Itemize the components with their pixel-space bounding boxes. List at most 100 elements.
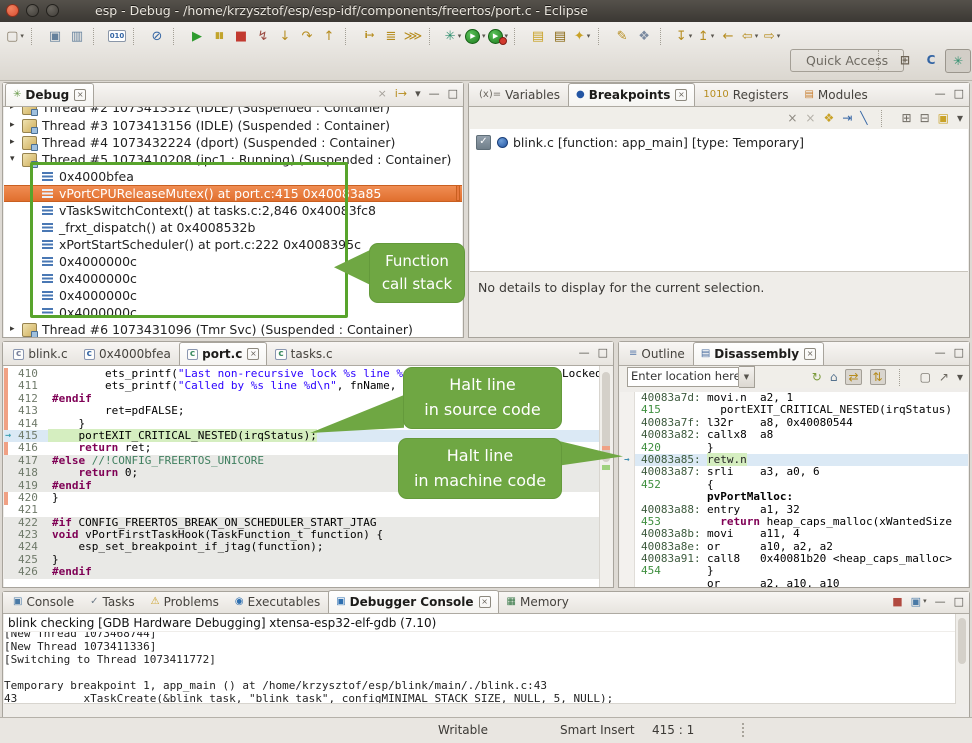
window-minimize-icon[interactable] xyxy=(26,4,39,17)
maximize-icon[interactable]: □ xyxy=(954,596,964,607)
close-icon[interactable]: × xyxy=(675,89,687,101)
save-all-icon[interactable]: ▥ xyxy=(67,26,87,46)
debug-frame-row[interactable]: vTaskSwitchContext() at tasks.c:2,846 0x… xyxy=(4,202,462,219)
expand-arrow-icon[interactable]: ▸ xyxy=(10,117,22,134)
binary-view-icon[interactable]: 010 xyxy=(107,26,127,46)
tab-variables[interactable]: (x)=Variables xyxy=(471,83,568,106)
tab-disassembly[interactable]: ▤Disassembly× xyxy=(693,342,824,365)
step-into-icon[interactable]: ↓ xyxy=(275,26,295,46)
expand-arrow-icon[interactable]: ▸ xyxy=(10,321,22,337)
forward-icon[interactable]: ⇨▾ xyxy=(762,26,782,46)
skip-all-breakpoints-icon[interactable]: ╲ xyxy=(860,112,867,124)
expand-arrow-icon[interactable]: ▸ xyxy=(10,107,22,116)
disassembly-row[interactable]: 40083a91:call8 0x40081b20 <heap_caps_mal… xyxy=(620,553,968,565)
debug-tree[interactable]: ▸ Thread #2 1073413312 (IDLE) (Suspended… xyxy=(4,107,462,337)
console-hscrollbar[interactable] xyxy=(4,703,956,717)
home-icon[interactable]: ⌂ xyxy=(830,371,838,383)
line-number[interactable]: 416 xyxy=(4,442,48,454)
open-perspective-button[interactable]: ⊞ xyxy=(893,49,917,71)
code-line-426[interactable]: 426#endif xyxy=(4,566,600,578)
pin-view-icon[interactable]: ↗ xyxy=(939,371,949,383)
instruction-stepping-icon[interactable]: i→ xyxy=(359,26,379,46)
tab-memory[interactable]: ▦Memory xyxy=(499,590,577,613)
maximize-icon[interactable]: □ xyxy=(954,88,964,99)
tab-debugger-console[interactable]: ▣Debugger Console× xyxy=(328,590,498,613)
step-over-icon[interactable]: ↷ xyxy=(297,26,317,46)
debug-frame-row[interactable]: _frxt_dispatch() at 0x4008532b xyxy=(4,219,462,236)
tab-outline[interactable]: ≡Outline xyxy=(621,342,693,365)
sync-with-active-context-icon[interactable]: ⇄ xyxy=(845,369,861,385)
remove-all-breakpoints-icon[interactable]: × xyxy=(805,112,815,124)
link-with-debug-view-icon[interactable]: ▣ xyxy=(938,112,949,124)
minimize-icon[interactable]: — xyxy=(935,88,946,99)
line-number[interactable]: 418 xyxy=(4,467,48,479)
go-to-file-for-breakpoint-icon[interactable]: ⇥ xyxy=(842,112,852,124)
debug-frame-row[interactable]: vPortCPUReleaseMutex() at port.c:415 0x4… xyxy=(4,185,462,202)
code-line-418[interactable]: 418 return 0; xyxy=(4,467,600,479)
tab-console[interactable]: ▣Console xyxy=(5,590,82,613)
last-edit-location-icon[interactable]: ↧▾ xyxy=(674,26,694,46)
collapse-all-icon[interactable]: ⊟ xyxy=(920,112,930,124)
resume-icon[interactable]: ▶ xyxy=(187,26,207,46)
instruction-stepping-mode-icon[interactable]: i→ xyxy=(395,88,407,99)
minimize-icon[interactable]: — xyxy=(579,347,590,358)
window-maximize-icon[interactable] xyxy=(46,4,59,17)
disassembly-listing[interactable]: 40083a7d:movi.n a2, 1415 portEXIT_CRITIC… xyxy=(620,392,968,587)
show-all-frames-icon[interactable]: ≣ xyxy=(381,26,401,46)
debug-frame-row[interactable]: 0x4000000c xyxy=(4,304,462,321)
new-wizard-icon[interactable]: ▢▾ xyxy=(5,26,25,46)
maximize-icon[interactable]: □ xyxy=(954,347,964,358)
skip-all-breakpoints-icon[interactable]: ⊘ xyxy=(147,26,167,46)
debug-thread-row[interactable]: ▸Thread #3 1073413156 (IDLE) (Suspended … xyxy=(4,117,462,134)
line-number[interactable]: 413 xyxy=(4,405,48,417)
code-line-411[interactable]: 411 ets_printf("Called by %s line %d\n",… xyxy=(4,380,600,392)
view-menu-icon[interactable]: ▾ xyxy=(957,371,963,383)
display-selected-console-icon[interactable]: ▣▾ xyxy=(911,596,927,607)
open-resource-icon[interactable]: ▤ xyxy=(550,26,570,46)
close-icon[interactable]: × xyxy=(479,596,491,608)
remove-launch-icon[interactable]: ■ xyxy=(892,596,902,607)
debug-frame-row[interactable]: 0x4000000c xyxy=(4,270,462,287)
remove-selected-breakpoints-icon[interactable]: × xyxy=(787,112,797,124)
show-source-icon[interactable]: ⇅ xyxy=(870,369,886,385)
tab-port-c[interactable]: cport.c× xyxy=(179,342,268,365)
maximize-icon[interactable]: □ xyxy=(598,347,608,358)
mark-occurrences-icon[interactable]: ✎ xyxy=(612,26,632,46)
minimize-icon[interactable]: — xyxy=(429,88,440,99)
line-number[interactable]: 411 xyxy=(4,380,48,392)
tab-problems[interactable]: ⚠Problems xyxy=(143,590,227,613)
refresh-view-icon[interactable]: ↻ xyxy=(812,371,822,383)
close-icon[interactable]: × xyxy=(804,348,816,360)
next-edit-location-icon[interactable]: ↥▾ xyxy=(696,26,716,46)
source-editor[interactable]: 410 ets_printf("Last non-recursive lock … xyxy=(4,366,612,587)
cpp-perspective-button[interactable]: C xyxy=(919,49,943,71)
tab-tasks-c[interactable]: ctasks.c xyxy=(267,342,340,365)
back-icon[interactable]: ⇦▾ xyxy=(740,26,760,46)
expand-all-icon[interactable]: ⊞ xyxy=(902,112,912,124)
tab-debug[interactable]: ✳Debug× xyxy=(5,83,94,106)
run-icon[interactable]: ▶▾ xyxy=(465,26,486,46)
console-vscrollbar[interactable] xyxy=(955,614,968,704)
tab-breakpoints[interactable]: ●Breakpoints× xyxy=(568,83,695,106)
breakpoint-checkbox[interactable]: ✓ xyxy=(476,135,491,150)
debug-thread-row[interactable]: ▸ Thread #2 1073413312 (IDLE) (Suspended… xyxy=(4,107,462,117)
show-annotations-icon[interactable]: ❖ xyxy=(634,26,654,46)
back-history-icon[interactable]: ← xyxy=(718,26,738,46)
editor-scrollbar[interactable] xyxy=(599,366,612,587)
step-return-icon[interactable]: ↑ xyxy=(319,26,339,46)
minimize-icon[interactable]: — xyxy=(935,596,946,607)
show-breakpoints-supported-icon[interactable]: ❖ xyxy=(823,112,834,124)
disassembly-row[interactable]: or a2, a10, a10 xyxy=(620,578,968,587)
debug-perspective-button[interactable]: ✳ xyxy=(945,49,971,73)
code-line-420[interactable]: 420} xyxy=(4,492,600,504)
quick-access-button[interactable]: Quick Access xyxy=(790,49,904,72)
save-icon[interactable]: ▣ xyxy=(45,26,65,46)
debug-tool-icon[interactable]: ✳▾ xyxy=(443,26,463,46)
terminate-icon[interactable]: ■ xyxy=(231,26,251,46)
tab-tasks[interactable]: ✓Tasks xyxy=(82,590,143,613)
console-log[interactable]: [New Thread 1073468744][New Thread 10734… xyxy=(4,632,956,704)
code-line-425[interactable]: 425} xyxy=(4,554,600,566)
external-tools-icon[interactable]: ▶▾ xyxy=(488,26,509,46)
tab-registers[interactable]: 1010Registers xyxy=(695,83,796,106)
tab-blink-c[interactable]: cblink.c xyxy=(5,342,76,365)
